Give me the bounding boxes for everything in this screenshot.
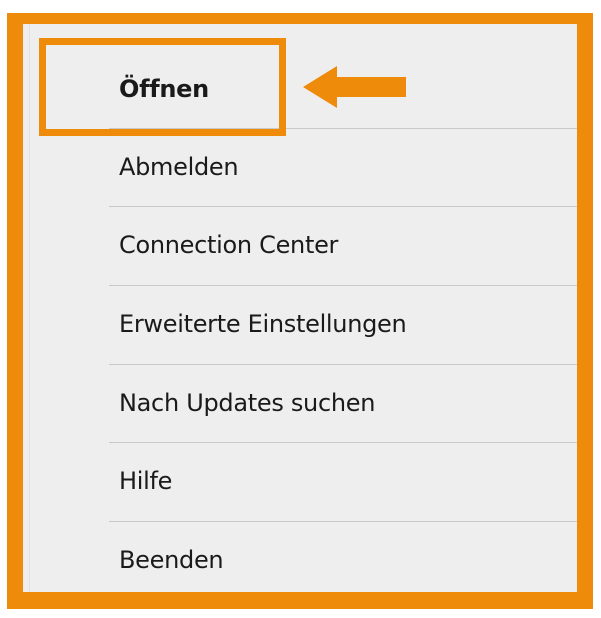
menu-item-hilfe[interactable]: Hilfe <box>23 442 577 520</box>
menu-item-label: Hilfe <box>119 467 173 495</box>
menu-item-beenden[interactable]: Beenden <box>23 521 577 599</box>
highlight-box <box>39 38 286 136</box>
menu-item-label: Abmelden <box>119 153 239 181</box>
menu-item-abmelden[interactable]: Abmelden <box>23 128 577 206</box>
menu-item-connection-center[interactable]: Connection Center <box>23 206 577 284</box>
menu-item-label: Connection Center <box>119 231 339 259</box>
menu-item-label: Beenden <box>119 546 224 574</box>
menu-item-label: Erweiterte Einstellungen <box>119 310 407 338</box>
menu-item-erweiterte-einstellungen[interactable]: Erweiterte Einstellungen <box>23 285 577 363</box>
menu-item-nach-updates-suchen[interactable]: Nach Updates suchen <box>23 364 577 442</box>
menu-item-label: Nach Updates suchen <box>119 389 376 417</box>
left-arrow-icon <box>303 66 406 108</box>
